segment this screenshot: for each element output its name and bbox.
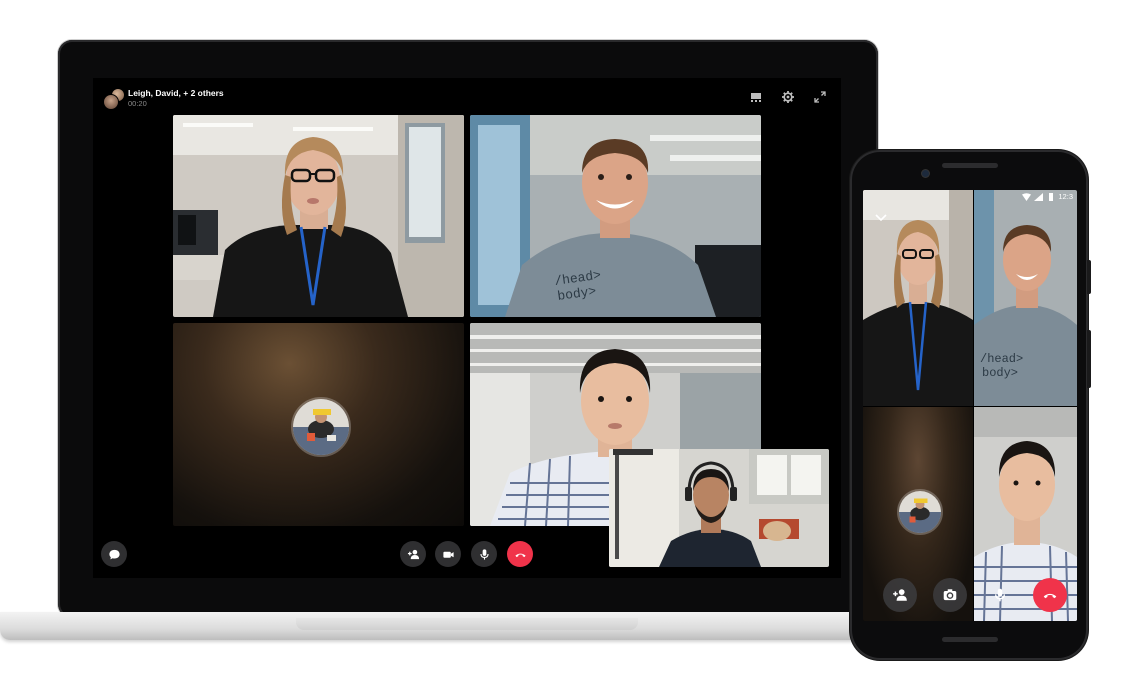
window-toolbar <box>749 90 827 104</box>
participant-avatar <box>103 94 119 110</box>
add-person-button[interactable] <box>400 541 426 567</box>
phone-participant-tile[interactable] <box>863 190 973 406</box>
video-toggle-button[interactable] <box>435 541 461 567</box>
add-person-button[interactable] <box>883 578 917 612</box>
svg-text:/head>: /head> <box>980 352 1023 366</box>
add-person-icon <box>893 589 907 601</box>
microphone-icon <box>479 548 489 560</box>
participant-video-tile[interactable] <box>173 115 464 317</box>
chat-button[interactable] <box>101 541 127 567</box>
mute-button[interactable] <box>983 578 1017 612</box>
signal-icon <box>1034 192 1044 201</box>
gear-icon[interactable] <box>781 90 795 104</box>
participant-video-woman <box>173 115 464 317</box>
phone-participant-tile[interactable]: /head> body> <box>974 190 1077 406</box>
wifi-icon <box>1022 192 1032 201</box>
video-camera-icon <box>442 551 454 558</box>
video-call-window: Leigh, David, + 2 others 00:20 /head> bo… <box>93 78 841 578</box>
microphone-icon <box>994 588 1006 602</box>
chevron-down-icon[interactable] <box>875 214 887 222</box>
end-call-button[interactable] <box>507 541 533 567</box>
participant-avatar <box>290 396 351 457</box>
call-timer: 00:20 <box>128 99 147 108</box>
self-view-video[interactable] <box>609 449 829 567</box>
flip-camera-icon <box>943 589 957 601</box>
flip-camera-button[interactable] <box>933 578 967 612</box>
battery-icon <box>1049 192 1054 201</box>
participant-video-woman <box>863 190 973 406</box>
group-avatar <box>103 88 125 110</box>
phone-front-camera <box>922 170 929 177</box>
participant-avatar <box>897 488 943 535</box>
participant-video-off-tile[interactable] <box>173 323 464 526</box>
end-call-button[interactable] <box>1033 578 1067 612</box>
phone-volume-button <box>1087 330 1091 388</box>
end-call-icon <box>1043 593 1057 599</box>
phone-bottom-speaker <box>942 637 998 642</box>
mute-button[interactable] <box>471 541 497 567</box>
expand-icon[interactable] <box>813 90 827 104</box>
phone-call-screen: /head> body> 12:3 <box>863 190 1077 621</box>
phone-status-bar: 12:3 <box>1022 192 1073 201</box>
participant-video-tile[interactable]: /head> body> <box>470 115 761 317</box>
chat-icon <box>108 549 120 559</box>
phone-clock: 12:3 <box>1058 192 1073 201</box>
end-call-icon <box>514 553 526 557</box>
call-title: Leigh, David, + 2 others <box>128 88 224 98</box>
self-view-scene <box>609 449 829 567</box>
participant-video-man-smiling: /head> body> <box>470 115 761 317</box>
layout-icon[interactable] <box>749 90 763 104</box>
participant-video-man-smiling: /head> body> <box>974 190 1077 406</box>
phone-device: /head> body> 12:3 <box>850 150 1091 660</box>
phone-side-button <box>1087 260 1091 294</box>
phone-speaker <box>942 163 998 168</box>
laptop-hinge-notch <box>296 618 638 630</box>
add-person-icon <box>407 549 419 559</box>
svg-text:body>: body> <box>982 366 1018 380</box>
